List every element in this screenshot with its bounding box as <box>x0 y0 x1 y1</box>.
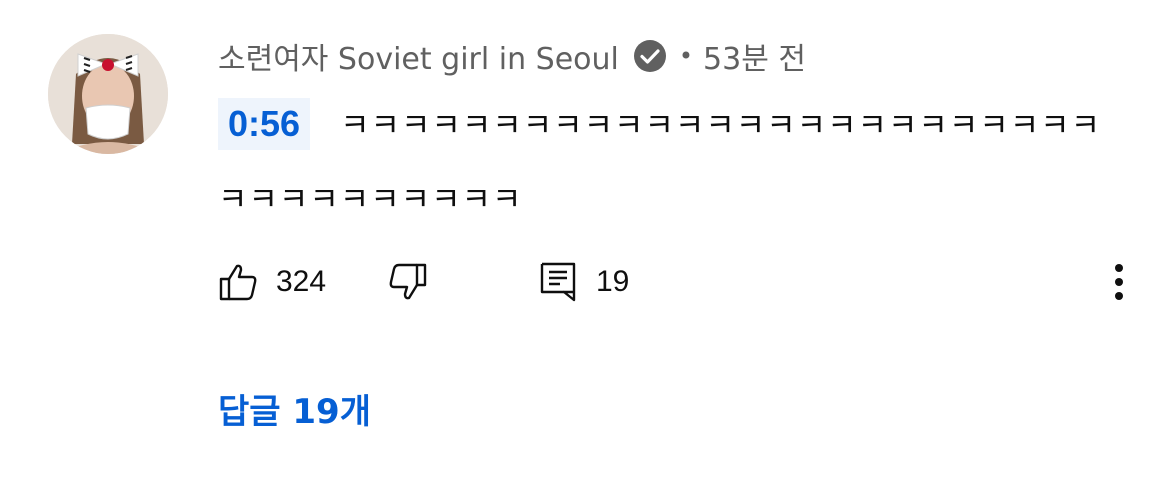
view-replies-link[interactable]: 답글 19개 <box>218 384 371 433</box>
author-name[interactable]: 소련여자 Soviet girl in Seoul <box>218 34 619 78</box>
thumbs-down-icon <box>389 263 427 300</box>
reply-count: 19 <box>596 265 630 298</box>
comment-text: ㅋㅋㅋㅋㅋㅋㅋㅋㅋㅋㅋㅋㅋㅋㅋㅋㅋㅋㅋㅋㅋㅋㅋㅋㅋㅋㅋㅋㅋㅋㅋㅋㅋㅋㅋ <box>218 106 1102 218</box>
separator-dot: • <box>678 42 694 70</box>
verified-check-icon <box>633 39 667 73</box>
like-button[interactable]: 324 <box>218 256 326 308</box>
comment-header: 소련여자 Soviet girl in Seoul • 53분 전 <box>218 34 806 78</box>
reply-button[interactable]: 19 <box>540 256 629 308</box>
avatar-image <box>48 34 168 154</box>
dislike-button[interactable] <box>388 256 428 308</box>
more-vertical-icon <box>1115 264 1123 300</box>
comment-reply-icon <box>540 262 576 302</box>
more-options-button[interactable] <box>1104 260 1134 304</box>
timestamp-link[interactable]: 0:56 <box>218 98 311 150</box>
avatar[interactable] <box>48 34 168 154</box>
posted-time: 53분 전 <box>703 42 806 77</box>
like-count: 324 <box>276 265 327 298</box>
thumbs-up-icon <box>219 264 257 301</box>
comment-text-block: 0:56 ㅋㅋㅋㅋㅋㅋㅋㅋㅋㅋㅋㅋㅋㅋㅋㅋㅋㅋㅋㅋㅋㅋㅋㅋㅋㅋㅋㅋㅋㅋㅋㅋㅋㅋㅋ <box>218 88 1128 236</box>
comment-action-bar: 324 19 <box>218 256 1128 308</box>
